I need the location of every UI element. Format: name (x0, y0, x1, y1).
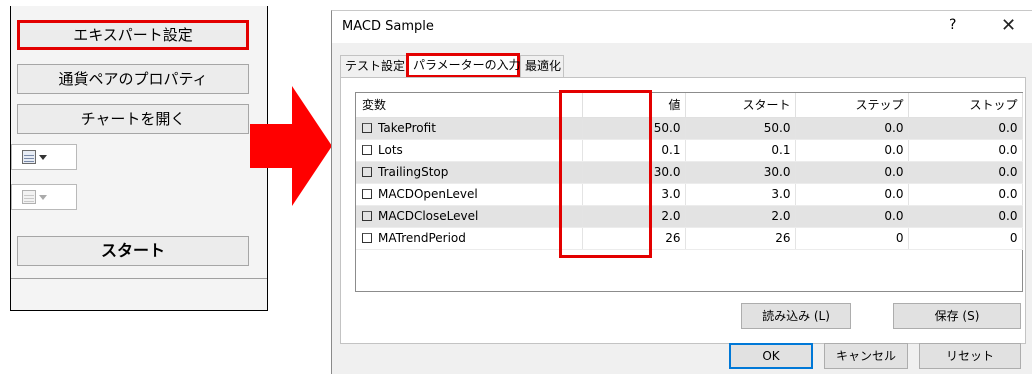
optimize-checkbox[interactable] (362, 167, 372, 177)
column-step: ステップ (795, 93, 909, 118)
optimize-checkbox[interactable] (362, 123, 372, 133)
column-stop: ストップ (908, 93, 1023, 118)
variable-name: Lots (378, 143, 403, 157)
variable-name: MATrendPeriod (378, 231, 466, 245)
variable-cell: TrailingStop (356, 161, 583, 184)
list-icon (22, 190, 36, 204)
expert-settings-button[interactable]: エキスパート設定 (17, 20, 249, 50)
expert-properties-dialog: MACD Sample ? ✕ テスト設定 パラメーターの入力 最適化 変数 値… (331, 10, 1032, 374)
start-button[interactable]: スタート (17, 236, 249, 266)
step-cell[interactable]: 0.0 (795, 205, 909, 228)
variable-cell: MATrendPeriod (356, 227, 583, 250)
column-value: 値 (582, 93, 686, 118)
table-row[interactable]: MACDCloseLevel 2.0 2.0 0.0 0.0 (356, 205, 1023, 228)
start-cell[interactable]: 2.0 (685, 205, 796, 228)
tester-panel: エキスパート設定 通貨ペアのプロパティ チャートを開く スタート (10, 6, 268, 311)
list-icon (22, 150, 36, 164)
stop-cell[interactable]: 0 (908, 227, 1023, 250)
table-header: 変数 値 スタート ステップ ストップ (356, 93, 1023, 118)
table-row[interactable]: Lots 0.1 0.1 0.0 0.0 (356, 139, 1023, 162)
variable-name: MACDCloseLevel (378, 209, 479, 223)
ok-button[interactable]: OK (729, 343, 813, 369)
stop-cell[interactable]: 0.0 (908, 117, 1023, 140)
step-cell[interactable]: 0.0 (795, 117, 909, 140)
value-cell[interactable]: 0.1 (582, 139, 686, 162)
step-cell[interactable]: 0.0 (795, 161, 909, 184)
value-cell[interactable]: 26 (582, 227, 686, 250)
variable-name: TakeProfit (378, 121, 436, 135)
stop-cell[interactable]: 0.0 (908, 139, 1023, 162)
dropdown-arrow-icon (39, 195, 47, 200)
start-cell[interactable]: 50.0 (685, 117, 796, 140)
column-variable: 変数 (356, 93, 583, 118)
variable-name: MACDOpenLevel (378, 187, 478, 201)
step-cell[interactable]: 0.0 (795, 183, 909, 206)
step-cell[interactable]: 0 (795, 227, 909, 250)
open-chart-button[interactable]: チャートを開く (17, 104, 249, 134)
column-start: スタート (685, 93, 796, 118)
start-cell[interactable]: 3.0 (685, 183, 796, 206)
stop-cell[interactable]: 0.0 (908, 183, 1023, 206)
dialog-title: MACD Sample (342, 19, 434, 34)
dropdown-arrow-icon (39, 155, 47, 160)
right-arrow-icon (250, 86, 332, 206)
optimize-checkbox[interactable] (362, 145, 372, 155)
table-row[interactable]: TrailingStop 30.0 30.0 0.0 0.0 (356, 161, 1023, 184)
start-cell[interactable]: 26 (685, 227, 796, 250)
panel-divider (11, 278, 267, 279)
stop-cell[interactable]: 0.0 (908, 205, 1023, 228)
model-select[interactable] (11, 184, 77, 210)
table-row[interactable]: TakeProfit 50.0 50.0 0.0 0.0 (356, 117, 1023, 140)
variable-cell: TakeProfit (356, 117, 583, 140)
value-cell[interactable]: 30.0 (582, 161, 686, 184)
value-cell[interactable]: 2.0 (582, 205, 686, 228)
value-cell[interactable]: 3.0 (582, 183, 686, 206)
reset-button[interactable]: リセット (919, 343, 1021, 369)
close-icon[interactable]: ✕ (1001, 15, 1016, 36)
optimize-checkbox[interactable] (362, 233, 372, 243)
dialog-titlebar: MACD Sample ? ✕ (332, 11, 1032, 43)
currency-pair-properties-button[interactable]: 通貨ペアのプロパティ (17, 64, 249, 94)
parameters-table: 変数 値 スタート ステップ ストップ TakeProfit 50.0 50.0… (355, 92, 1023, 292)
optimize-checkbox[interactable] (362, 189, 372, 199)
table-row[interactable]: MACDOpenLevel 3.0 3.0 0.0 0.0 (356, 183, 1023, 206)
step-cell[interactable]: 0.0 (795, 139, 909, 162)
optimize-checkbox[interactable] (362, 211, 372, 221)
value-cell[interactable]: 50.0 (582, 117, 686, 140)
variable-name: TrailingStop (378, 165, 449, 179)
period-select[interactable] (11, 144, 77, 170)
start-cell[interactable]: 0.1 (685, 139, 796, 162)
variable-cell: Lots (356, 139, 583, 162)
start-cell[interactable]: 30.0 (685, 161, 796, 184)
tab-optimization[interactable]: 最適化 (520, 55, 564, 77)
tab-test-settings[interactable]: テスト設定 (340, 55, 408, 77)
tab-parameters[interactable]: パラメーターの入力 (406, 53, 521, 78)
load-button[interactable]: 読み込み (L) (741, 303, 851, 329)
stop-cell[interactable]: 0.0 (908, 161, 1023, 184)
variable-cell: MACDCloseLevel (356, 205, 583, 228)
table-row[interactable]: MATrendPeriod 26 26 0 0 (356, 227, 1023, 250)
variable-cell: MACDOpenLevel (356, 183, 583, 206)
cancel-button[interactable]: キャンセル (824, 343, 908, 369)
help-button[interactable]: ? (949, 17, 956, 33)
save-button[interactable]: 保存 (S) (893, 303, 1021, 329)
